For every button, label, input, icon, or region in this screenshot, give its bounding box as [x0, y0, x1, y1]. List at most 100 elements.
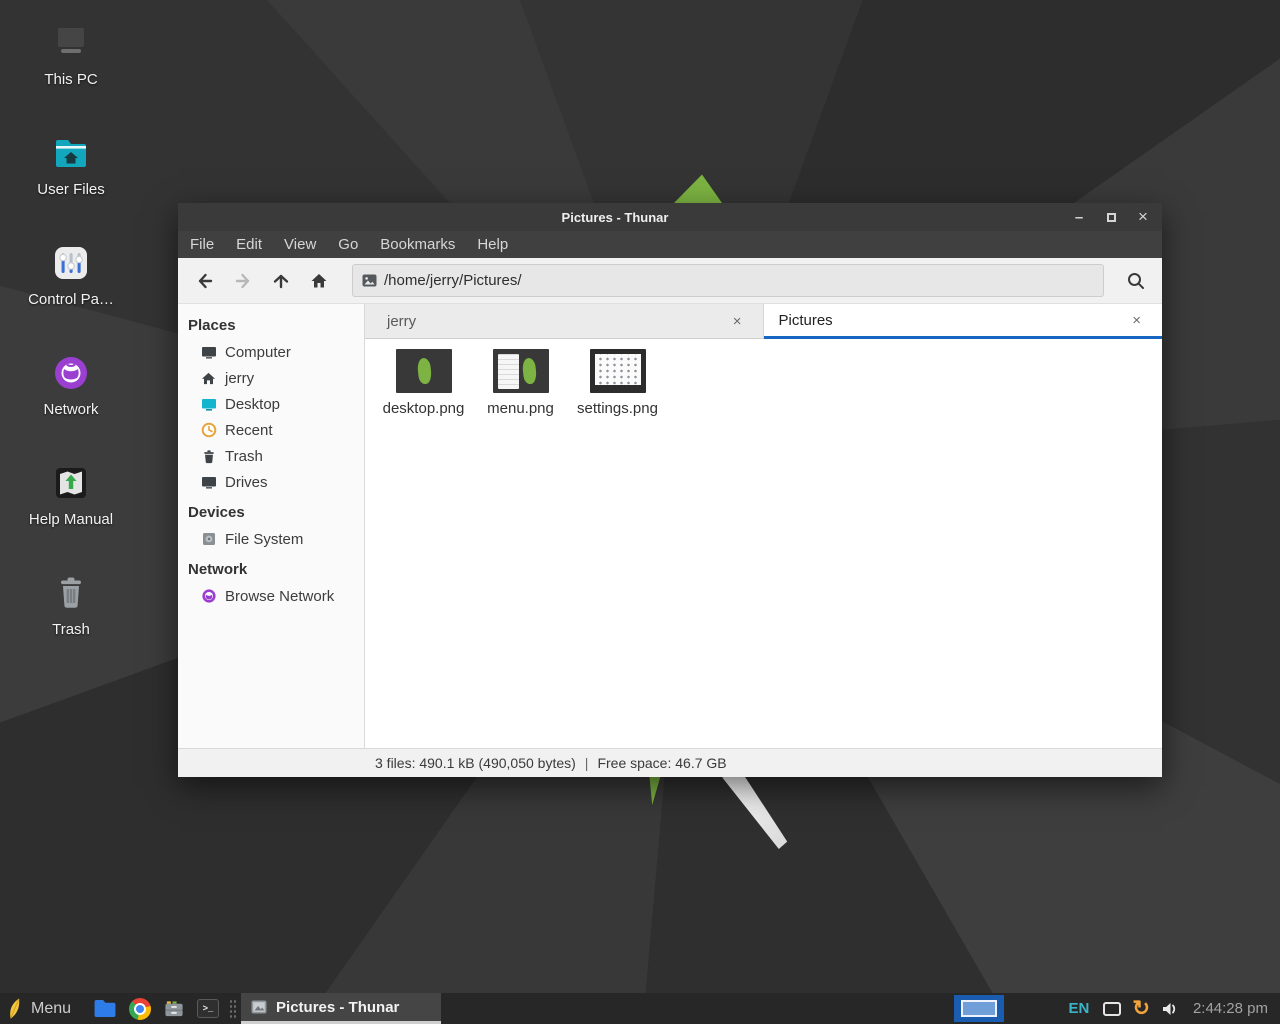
drive-icon: [200, 531, 217, 548]
sidebar-item-label: Recent: [225, 422, 273, 439]
desktop-monitor-icon: [200, 396, 217, 413]
image-file-icon: [362, 274, 377, 287]
computer-icon: [200, 344, 217, 361]
file-desktop-png[interactable]: desktop.png: [375, 349, 472, 417]
desktop-icon-label: Help Manual: [29, 511, 113, 528]
up-button[interactable]: [262, 263, 300, 299]
status-separator: |: [585, 755, 589, 771]
back-button[interactable]: [186, 263, 224, 299]
minimize-button[interactable]: –: [1070, 208, 1088, 226]
file-menu-png[interactable]: menu.png: [472, 349, 569, 417]
sidebar: Places Computer jerry Desktop Recent: [178, 304, 365, 748]
menu-view[interactable]: View: [273, 231, 327, 258]
computer-icon: [48, 20, 94, 66]
clock[interactable]: 2:44:28 pm: [1193, 1000, 1268, 1017]
menu-help[interactable]: Help: [466, 231, 519, 258]
archive-launcher-icon[interactable]: [163, 998, 185, 1019]
file-name: menu.png: [487, 400, 554, 417]
menu-bookmarks[interactable]: Bookmarks: [369, 231, 466, 258]
menu-go[interactable]: Go: [327, 231, 369, 258]
sidebar-item-label: File System: [225, 531, 303, 548]
display-tray-icon[interactable]: [1103, 1002, 1121, 1016]
taskbar-window-button[interactable]: Pictures - Thunar: [241, 993, 441, 1024]
window-body: Places Computer jerry Desktop Recent: [178, 304, 1162, 748]
sidebar-item-computer[interactable]: Computer: [178, 339, 364, 365]
network-globe-icon: [200, 588, 217, 605]
content-pane: jerry × Pictures × desktop.png: [365, 304, 1162, 748]
path-bar[interactable]: /home/jerry/Pictures/: [352, 264, 1104, 297]
sidebar-item-home[interactable]: jerry: [178, 365, 364, 391]
menu-bar: File Edit View Go Bookmarks Help: [178, 231, 1162, 258]
home-button[interactable]: [300, 263, 338, 299]
file-name: settings.png: [577, 400, 658, 417]
network-globe-icon: [48, 350, 94, 396]
sidebar-header-places: Places: [178, 308, 364, 339]
sidebar-item-desktop[interactable]: Desktop: [178, 391, 364, 417]
tab-close-icon[interactable]: ×: [728, 311, 747, 332]
desktop-icon-this-pc[interactable]: This PC: [10, 6, 132, 116]
terminal-launcher-icon[interactable]: >_: [197, 999, 219, 1018]
sidebar-item-file-system[interactable]: File System: [178, 526, 364, 552]
window-titlebar[interactable]: Pictures - Thunar – ×: [178, 203, 1162, 231]
desktop-icon-trash[interactable]: Trash: [10, 556, 132, 666]
workspace-switcher[interactable]: [954, 995, 1004, 1022]
image-thumbnail: [590, 349, 646, 393]
keyboard-layout-indicator[interactable]: EN: [1068, 1000, 1089, 1017]
tab-jerry[interactable]: jerry ×: [365, 304, 764, 339]
file-view[interactable]: desktop.png menu.png settings.png: [365, 339, 1162, 748]
maximize-button[interactable]: [1102, 208, 1120, 226]
close-button[interactable]: ×: [1134, 208, 1152, 226]
sidebar-item-recent[interactable]: Recent: [178, 417, 364, 443]
window-task-icon: [251, 1000, 267, 1014]
file-settings-png[interactable]: settings.png: [569, 349, 666, 417]
active-workspace: [961, 1000, 997, 1017]
image-thumbnail: [396, 349, 452, 393]
sidebar-item-browse-network[interactable]: Browse Network: [178, 583, 364, 609]
desktop-icon-label: Control Pa…: [28, 291, 114, 308]
search-icon: [1126, 271, 1146, 291]
menu-file[interactable]: File: [179, 231, 225, 258]
sidebar-item-label: Browse Network: [225, 588, 334, 605]
desktop-icon-label: Network: [43, 401, 98, 418]
trash-icon: [200, 448, 217, 465]
sidebar-item-label: Desktop: [225, 396, 280, 413]
wallpaper-feather-tip: [672, 172, 722, 203]
desktop-icon-network[interactable]: Network: [10, 336, 132, 446]
chrome-launcher-icon[interactable]: [129, 998, 151, 1020]
control-panel-icon: [48, 240, 94, 286]
update-manager-icon[interactable]: ↻: [1132, 998, 1150, 1019]
sidebar-item-drives[interactable]: Drives: [178, 469, 364, 495]
tab-label: Pictures: [779, 312, 833, 329]
status-files-summary: 3 files: 490.1 kB (490,050 bytes): [375, 755, 576, 771]
distro-feather-icon: [7, 997, 23, 1021]
window-title: Pictures - Thunar: [178, 210, 1052, 225]
status-free-space: Free space: 46.7 GB: [597, 755, 726, 771]
desktop-icon-label: User Files: [37, 181, 105, 198]
desktop-icon-label: Trash: [52, 621, 90, 638]
wallpaper-feather-sliver: [645, 777, 663, 805]
panel-grip-handle[interactable]: [229, 999, 237, 1019]
sidebar-item-trash[interactable]: Trash: [178, 443, 364, 469]
sidebar-header-devices: Devices: [178, 495, 364, 526]
tab-close-icon[interactable]: ×: [1127, 310, 1146, 331]
volume-icon[interactable]: [1161, 1001, 1179, 1017]
sidebar-item-label: Computer: [225, 344, 291, 361]
desktop-icon-column: This PC User Files Control Pa… Network H…: [10, 6, 132, 666]
trash-icon: [48, 570, 94, 616]
status-bar: 3 files: 490.1 kB (490,050 bytes) | Free…: [178, 748, 1162, 777]
tab-bar: jerry × Pictures ×: [365, 304, 1162, 339]
sidebar-item-label: Drives: [225, 474, 268, 491]
search-button[interactable]: [1116, 263, 1156, 299]
desktop-icon-user-files[interactable]: User Files: [10, 116, 132, 226]
sidebar-item-label: Trash: [225, 448, 263, 465]
app-menu-button[interactable]: Menu: [0, 993, 87, 1024]
recent-clock-icon: [200, 422, 217, 439]
taskbar: Menu >_ Pictures - Thunar EN ↻ 2:44:28 p…: [0, 993, 1280, 1024]
menu-edit[interactable]: Edit: [225, 231, 273, 258]
forward-button[interactable]: [224, 263, 262, 299]
tab-pictures[interactable]: Pictures ×: [764, 304, 1163, 339]
toolbar: /home/jerry/Pictures/: [178, 258, 1162, 304]
desktop-icon-help-manual[interactable]: Help Manual: [10, 446, 132, 556]
desktop-icon-control-panel[interactable]: Control Pa…: [10, 226, 132, 336]
file-manager-launcher-icon[interactable]: [93, 999, 117, 1018]
